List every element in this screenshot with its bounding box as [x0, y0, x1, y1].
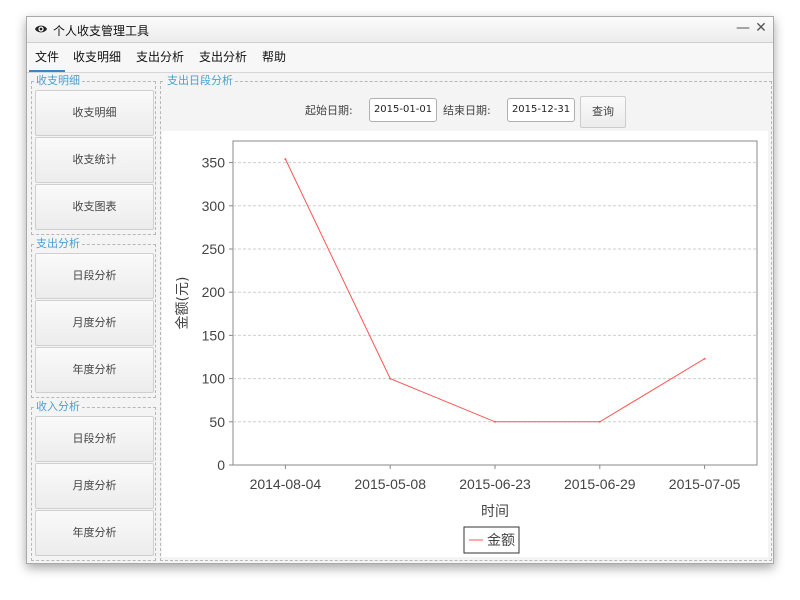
query-button[interactable]: 查询 [580, 96, 626, 128]
legend-label: 金额 [487, 533, 515, 549]
sidebar-button-income-monthly[interactable]: 月度分析 [35, 463, 154, 509]
menu-file[interactable]: 文件 [29, 43, 65, 72]
sidebar-button-income-yearly[interactable]: 年度分析 [35, 510, 154, 556]
app-window: 个人收支管理工具 — ✕ 文件 收支明细 支出分析 支出分析 帮助 收支明细 收… [26, 16, 774, 564]
y-tick-label: 350 [202, 155, 226, 171]
menu-bar: 文件 收支明细 支出分析 支出分析 帮助 [27, 43, 773, 73]
eye-icon [35, 25, 47, 33]
sidebar-group-income: 收入分析 日段分析 月度分析 年度分析 [31, 400, 156, 561]
sidebar-button-chart[interactable]: 收支图表 [35, 184, 154, 230]
sidebar-group-expense: 支出分析 日段分析 月度分析 年度分析 [31, 237, 156, 398]
sidebar-group-detail: 收支明细 收支明细 收支统计 收支图表 [31, 74, 156, 235]
chart-area: 0 50 100 150 200 250 300 350 2014-08-04 2015-05-0… [162, 131, 768, 557]
sidebar-group-title: 收入分析 [34, 400, 82, 414]
sidebar-button-expense-yearly[interactable]: 年度分析 [35, 347, 154, 393]
sidebar-button-income-daily[interactable]: 日段分析 [35, 416, 154, 462]
minimize-button[interactable]: — [735, 20, 751, 36]
sidebar-group-title: 收支明细 [34, 74, 82, 88]
plot-border [232, 140, 758, 466]
y-tick-label: 300 [202, 198, 226, 214]
x-tick-label: 2015-07-05 [669, 476, 741, 492]
title-bar: 个人收支管理工具 — ✕ [27, 17, 773, 43]
sidebar-button-detail[interactable]: 收支明细 [35, 90, 154, 136]
x-tick-label: 2015-05-08 [354, 476, 426, 492]
y-tick-label: 150 [202, 327, 226, 343]
data-point [494, 420, 496, 423]
window-title: 个人收支管理工具 [53, 24, 150, 38]
menu-income-expense-detail[interactable]: 收支明细 [69, 43, 125, 72]
data-point [389, 377, 392, 380]
y-tick-label: 50 [209, 414, 225, 430]
menu-expense-analysis-2[interactable]: 支出分析 [195, 43, 251, 72]
y-axis-label: 金额(元) [175, 277, 191, 330]
main-panel-title: 支出日段分析 [165, 74, 235, 88]
start-date-input[interactable]: 2015-01-01 [369, 98, 437, 122]
sidebar-button-expense-daily[interactable]: 日段分析 [35, 253, 154, 299]
sidebar-group-title: 支出分析 [34, 237, 82, 251]
close-button[interactable]: ✕ [753, 20, 769, 36]
x-axis-label: 时间 [481, 504, 509, 520]
y-tick-label: 0 [217, 457, 225, 473]
x-tick-label: 2015-06-23 [459, 476, 531, 492]
sidebar-button-statistics[interactable]: 收支统计 [35, 137, 154, 183]
y-tick-label: 200 [202, 284, 226, 300]
end-date-label: 结束日期: [443, 104, 491, 117]
y-tick-label: 250 [202, 241, 226, 257]
x-tick-label: 2014-08-04 [250, 476, 322, 492]
x-tick-label: 2015-06-29 [564, 476, 636, 492]
data-point [598, 420, 601, 423]
sidebar-button-expense-monthly[interactable]: 月度分析 [35, 300, 154, 346]
data-point [703, 357, 706, 360]
y-tick-label: 100 [202, 371, 226, 387]
menu-expense-analysis[interactable]: 支出分析 [132, 43, 188, 72]
line-chart: 0 50 100 150 200 250 300 350 2014-08-04 2015-05-0… [175, 140, 758, 554]
menu-help[interactable]: 帮助 [258, 43, 290, 72]
start-date-label: 起始日期: [305, 104, 353, 117]
end-date-input[interactable]: 2015-12-31 [507, 98, 575, 122]
data-point [284, 158, 287, 161]
